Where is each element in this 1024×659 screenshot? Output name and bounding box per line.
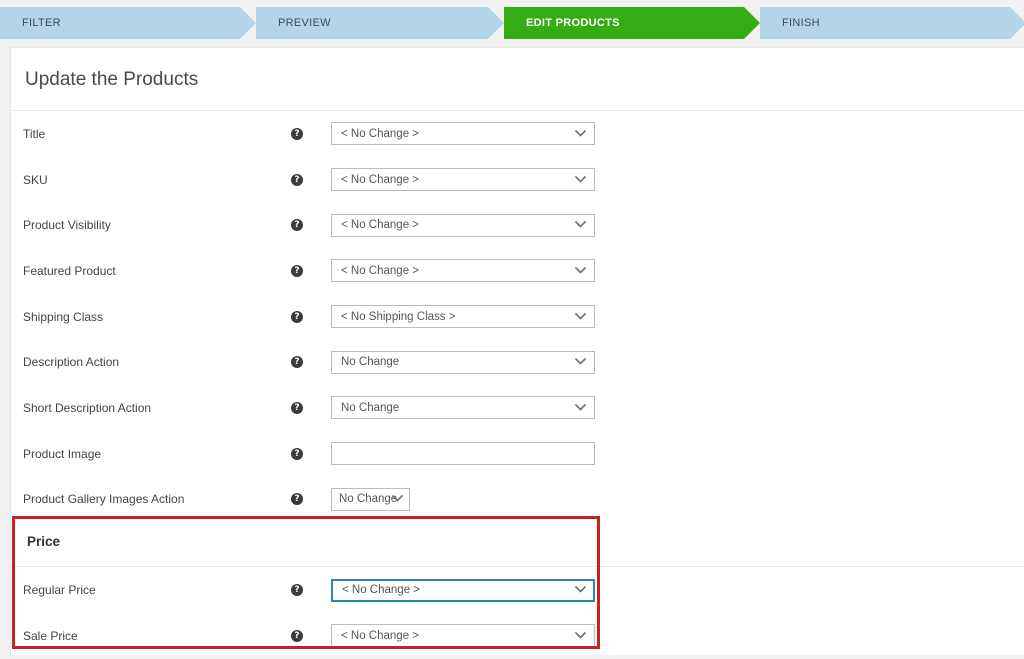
form-row-short-description-action: Short Description Action? No Change bbox=[11, 385, 1024, 431]
field-label: SKU bbox=[23, 172, 48, 187]
help-icon[interactable]: ? bbox=[291, 127, 303, 140]
wizard-step-preview[interactable]: PREVIEW bbox=[256, 7, 504, 39]
wizard-step-filter[interactable]: FILTER bbox=[0, 7, 256, 39]
update-products-card: Update the Products Title? < No Change > S… bbox=[10, 47, 1024, 655]
price-fields-form: Regular Price? < No Change > Sale Price? < … bbox=[11, 567, 1024, 658]
form-row-title: Title? < No Change > bbox=[11, 111, 1024, 157]
product-image-input[interactable] bbox=[331, 442, 595, 466]
help-icon[interactable]: ? bbox=[291, 173, 303, 186]
chevron-down-icon bbox=[575, 219, 586, 231]
select-dropdown[interactable]: < No Change > bbox=[331, 213, 595, 237]
help-icon[interactable]: ? bbox=[291, 310, 303, 323]
field-label: Short Description Action bbox=[23, 400, 152, 415]
select-value: < No Change > bbox=[342, 584, 421, 597]
product-fields-form: Title? < No Change > SKU? < No Change > Prod… bbox=[11, 111, 1024, 522]
help-icon[interactable]: ? bbox=[291, 219, 303, 232]
chevron-right-icon bbox=[488, 7, 504, 39]
form-row-shipping-class: Shipping Class? < No Shipping Class > bbox=[11, 294, 1024, 340]
field-control: < No Change > bbox=[331, 259, 595, 283]
select-dropdown[interactable]: < No Change > bbox=[331, 578, 595, 602]
select-value: < No Change > bbox=[341, 629, 420, 642]
select-value: < No Shipping Class > bbox=[341, 310, 456, 323]
select-dropdown[interactable]: < No Change > bbox=[331, 122, 595, 146]
field-label: Description Action bbox=[23, 355, 120, 370]
chevron-down-icon bbox=[575, 356, 586, 368]
form-row-featured-product: Featured Product? < No Change > bbox=[11, 248, 1024, 294]
form-row-sku: SKU? < No Change > bbox=[11, 157, 1024, 203]
select-value: No Change bbox=[339, 493, 398, 506]
wizard-step-edit-products[interactable]: EDIT PRODUCTS bbox=[504, 7, 760, 39]
help-icon[interactable]: ? bbox=[291, 584, 303, 597]
field-control: < No Change > bbox=[331, 624, 595, 648]
chevron-down-icon bbox=[575, 128, 586, 140]
field-label: Shipping Class bbox=[23, 309, 104, 324]
chevron-down-icon bbox=[575, 174, 586, 186]
form-row-product-image: Product Image? bbox=[11, 431, 1024, 477]
field-label: Title bbox=[23, 126, 46, 141]
field-control: < No Change > bbox=[331, 168, 595, 192]
chevron-right-icon bbox=[1010, 7, 1024, 39]
field-label: Product Visibility bbox=[23, 218, 111, 233]
field-control: < No Change > bbox=[331, 122, 595, 146]
select-dropdown[interactable]: No Change bbox=[331, 487, 410, 511]
select-dropdown[interactable]: < No Shipping Class > bbox=[331, 305, 595, 329]
field-label: Featured Product bbox=[23, 263, 116, 278]
field-label: Sale Price bbox=[23, 628, 78, 643]
select-value: No Change bbox=[341, 401, 400, 414]
help-icon[interactable]: ? bbox=[291, 356, 303, 369]
select-dropdown[interactable]: < No Change > bbox=[331, 168, 595, 192]
form-row-sale-price: Sale Price? < No Change > bbox=[11, 613, 1024, 659]
select-dropdown[interactable]: No Change bbox=[331, 350, 595, 374]
price-section-heading: Price bbox=[27, 534, 61, 550]
field-label: Regular Price bbox=[23, 583, 96, 598]
field-control: < No Shipping Class > bbox=[331, 305, 595, 329]
form-row-description-action: Description Action? No Change bbox=[11, 339, 1024, 385]
page-title: Update the Products bbox=[25, 69, 199, 90]
wizard-step-finish-label: FINISH bbox=[782, 17, 820, 29]
help-icon[interactable]: ? bbox=[291, 401, 303, 414]
chevron-down-icon bbox=[575, 630, 586, 642]
chevron-down-icon bbox=[575, 311, 586, 323]
select-dropdown[interactable]: < No Change > bbox=[331, 259, 595, 283]
select-value: No Change bbox=[341, 356, 400, 369]
wizard-step-finish[interactable]: FINISH bbox=[760, 7, 1024, 39]
field-control: No Change bbox=[331, 350, 595, 374]
help-icon[interactable]: ? bbox=[291, 447, 303, 460]
field-label: Product Gallery Images Action bbox=[23, 492, 185, 507]
form-row-regular-price: Regular Price? < No Change > bbox=[11, 567, 1024, 613]
select-dropdown[interactable]: No Change bbox=[331, 396, 595, 420]
form-row-product-gallery-images-action: Product Gallery Images Action? No Change bbox=[11, 477, 1024, 523]
select-value: < No Change > bbox=[341, 173, 420, 186]
help-icon[interactable]: ? bbox=[291, 629, 303, 642]
field-control: < No Change > bbox=[331, 213, 595, 237]
select-value: < No Change > bbox=[341, 219, 420, 232]
field-control bbox=[331, 442, 595, 466]
select-dropdown[interactable]: < No Change > bbox=[331, 624, 595, 648]
help-icon[interactable]: ? bbox=[291, 264, 303, 277]
chevron-right-icon bbox=[240, 7, 256, 39]
chevron-down-icon bbox=[575, 584, 586, 596]
field-control: < No Change > bbox=[331, 578, 595, 602]
help-icon[interactable]: ? bbox=[291, 493, 303, 506]
select-value: < No Change > bbox=[341, 127, 420, 140]
chevron-down-icon bbox=[575, 402, 586, 414]
chevron-right-icon bbox=[744, 7, 760, 39]
wizard-step-preview-label: PREVIEW bbox=[278, 17, 331, 29]
wizard-step-filter-label: FILTER bbox=[22, 17, 61, 29]
chevron-down-icon bbox=[575, 265, 586, 277]
wizard-step-edit-products-label: EDIT PRODUCTS bbox=[526, 17, 620, 29]
field-control: No Change bbox=[331, 396, 595, 420]
field-label: Product Image bbox=[23, 446, 102, 461]
form-row-product-visibility: Product Visibility? < No Change > bbox=[11, 202, 1024, 248]
select-value: < No Change > bbox=[341, 264, 420, 277]
field-control: No Change bbox=[331, 487, 410, 511]
wizard-step-bar: FILTER PREVIEW EDIT PRODUCTS FINISH bbox=[0, 0, 1024, 46]
